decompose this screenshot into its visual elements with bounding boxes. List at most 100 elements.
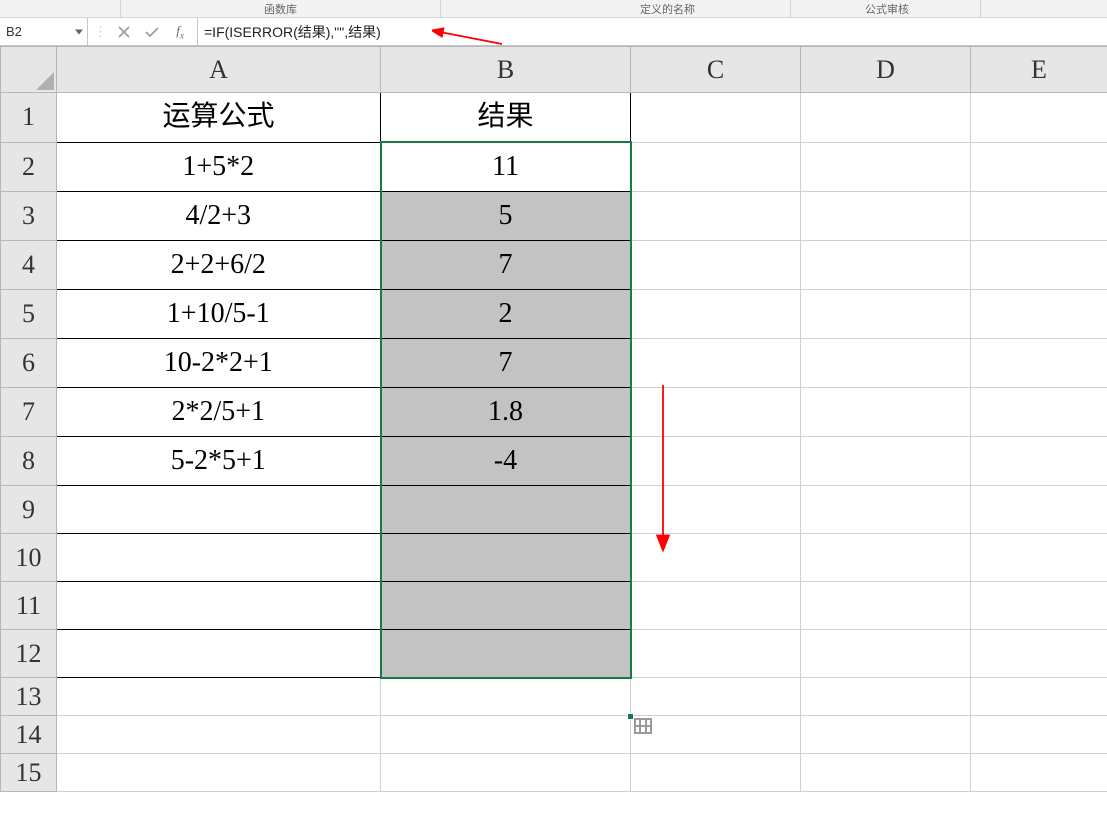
cell[interactable] [381,582,631,630]
fill-handle[interactable] [627,713,634,720]
cell[interactable]: 运算公式 [57,93,381,143]
cell[interactable] [971,339,1107,388]
cell[interactable] [631,290,801,339]
cell[interactable] [801,678,971,716]
cell[interactable] [971,716,1107,754]
cell[interactable]: 10-2*2+1 [57,339,381,388]
col-header-D[interactable]: D [801,47,971,93]
cell[interactable] [631,582,801,630]
row-header[interactable]: 10 [1,534,57,582]
col-header-A[interactable]: A [57,47,381,93]
cell[interactable] [631,534,801,582]
cell[interactable] [57,630,381,678]
cell[interactable] [631,241,801,290]
cell[interactable] [381,630,631,678]
row-header[interactable]: 13 [1,678,57,716]
row-header[interactable]: 7 [1,388,57,437]
cell[interactable] [971,388,1107,437]
row-header[interactable]: 15 [1,754,57,792]
cell[interactable] [801,388,971,437]
cell[interactable]: 2*2/5+1 [57,388,381,437]
cell[interactable] [801,339,971,388]
row-header[interactable]: 4 [1,241,57,290]
row-header[interactable]: 3 [1,192,57,241]
cell[interactable]: 7 [381,339,631,388]
cell[interactable] [57,534,381,582]
select-all-corner[interactable] [1,47,57,93]
cell[interactable] [57,716,381,754]
cell[interactable] [971,437,1107,486]
formula-input[interactable]: =IF(ISERROR(结果),"",结果) [198,18,1107,45]
col-header-E[interactable]: E [971,47,1107,93]
cell[interactable] [971,192,1107,241]
cell[interactable] [801,582,971,630]
spreadsheet[interactable]: A B C D E 1 运算公式 结果 2 1+5*2 11 3 4/2+3 5… [0,46,1107,792]
cell[interactable] [971,582,1107,630]
cell[interactable] [971,93,1107,143]
cell[interactable] [971,534,1107,582]
cell[interactable] [631,192,801,241]
cell-active[interactable]: 11 [381,142,631,192]
cell[interactable]: 2 [381,290,631,339]
cell[interactable] [801,534,971,582]
cell[interactable]: 5 [381,192,631,241]
cell[interactable]: 2+2+6/2 [57,241,381,290]
row-header[interactable]: 5 [1,290,57,339]
cell[interactable] [631,678,801,716]
cell[interactable] [631,339,801,388]
cell[interactable]: -4 [381,437,631,486]
chevron-down-icon[interactable] [75,29,83,34]
cell[interactable] [801,142,971,192]
cell[interactable] [57,582,381,630]
cell[interactable] [801,486,971,534]
cell[interactable] [971,754,1107,792]
cell[interactable] [631,630,801,678]
cell[interactable] [57,678,381,716]
cell[interactable] [631,388,801,437]
cell[interactable]: 1.8 [381,388,631,437]
cell[interactable] [801,630,971,678]
cell[interactable]: 5-2*5+1 [57,437,381,486]
cell[interactable] [57,486,381,534]
cell[interactable] [631,93,801,143]
row-header[interactable]: 2 [1,142,57,192]
row-header[interactable]: 6 [1,339,57,388]
cell[interactable]: 1+5*2 [57,142,381,192]
cell[interactable] [801,754,971,792]
cell[interactable] [381,534,631,582]
name-box[interactable] [0,18,88,45]
cell[interactable] [801,716,971,754]
cell[interactable] [381,754,631,792]
cell[interactable] [801,241,971,290]
col-header-B[interactable]: B [381,47,631,93]
row-header[interactable]: 11 [1,582,57,630]
cell[interactable] [631,716,801,754]
cell[interactable] [801,290,971,339]
cell[interactable] [381,716,631,754]
cell[interactable] [57,754,381,792]
cell[interactable] [631,486,801,534]
cell[interactable] [381,486,631,534]
cell[interactable]: 7 [381,241,631,290]
row-header[interactable]: 8 [1,437,57,486]
cell[interactable] [801,437,971,486]
cell[interactable] [971,241,1107,290]
cancel-button[interactable] [111,21,137,43]
enter-button[interactable] [139,21,165,43]
cell[interactable] [381,678,631,716]
cell[interactable] [971,486,1107,534]
cell[interactable]: 1+10/5-1 [57,290,381,339]
cell[interactable] [801,93,971,143]
cell[interactable]: 4/2+3 [57,192,381,241]
quick-analysis-icon[interactable] [634,718,652,734]
cell[interactable] [971,678,1107,716]
row-header[interactable]: 1 [1,93,57,143]
name-box-input[interactable] [6,24,81,39]
col-header-C[interactable]: C [631,47,801,93]
cell[interactable] [631,142,801,192]
cell[interactable] [801,192,971,241]
cell[interactable] [971,630,1107,678]
cell[interactable]: 结果 [381,93,631,143]
cell[interactable] [631,437,801,486]
row-header[interactable]: 12 [1,630,57,678]
